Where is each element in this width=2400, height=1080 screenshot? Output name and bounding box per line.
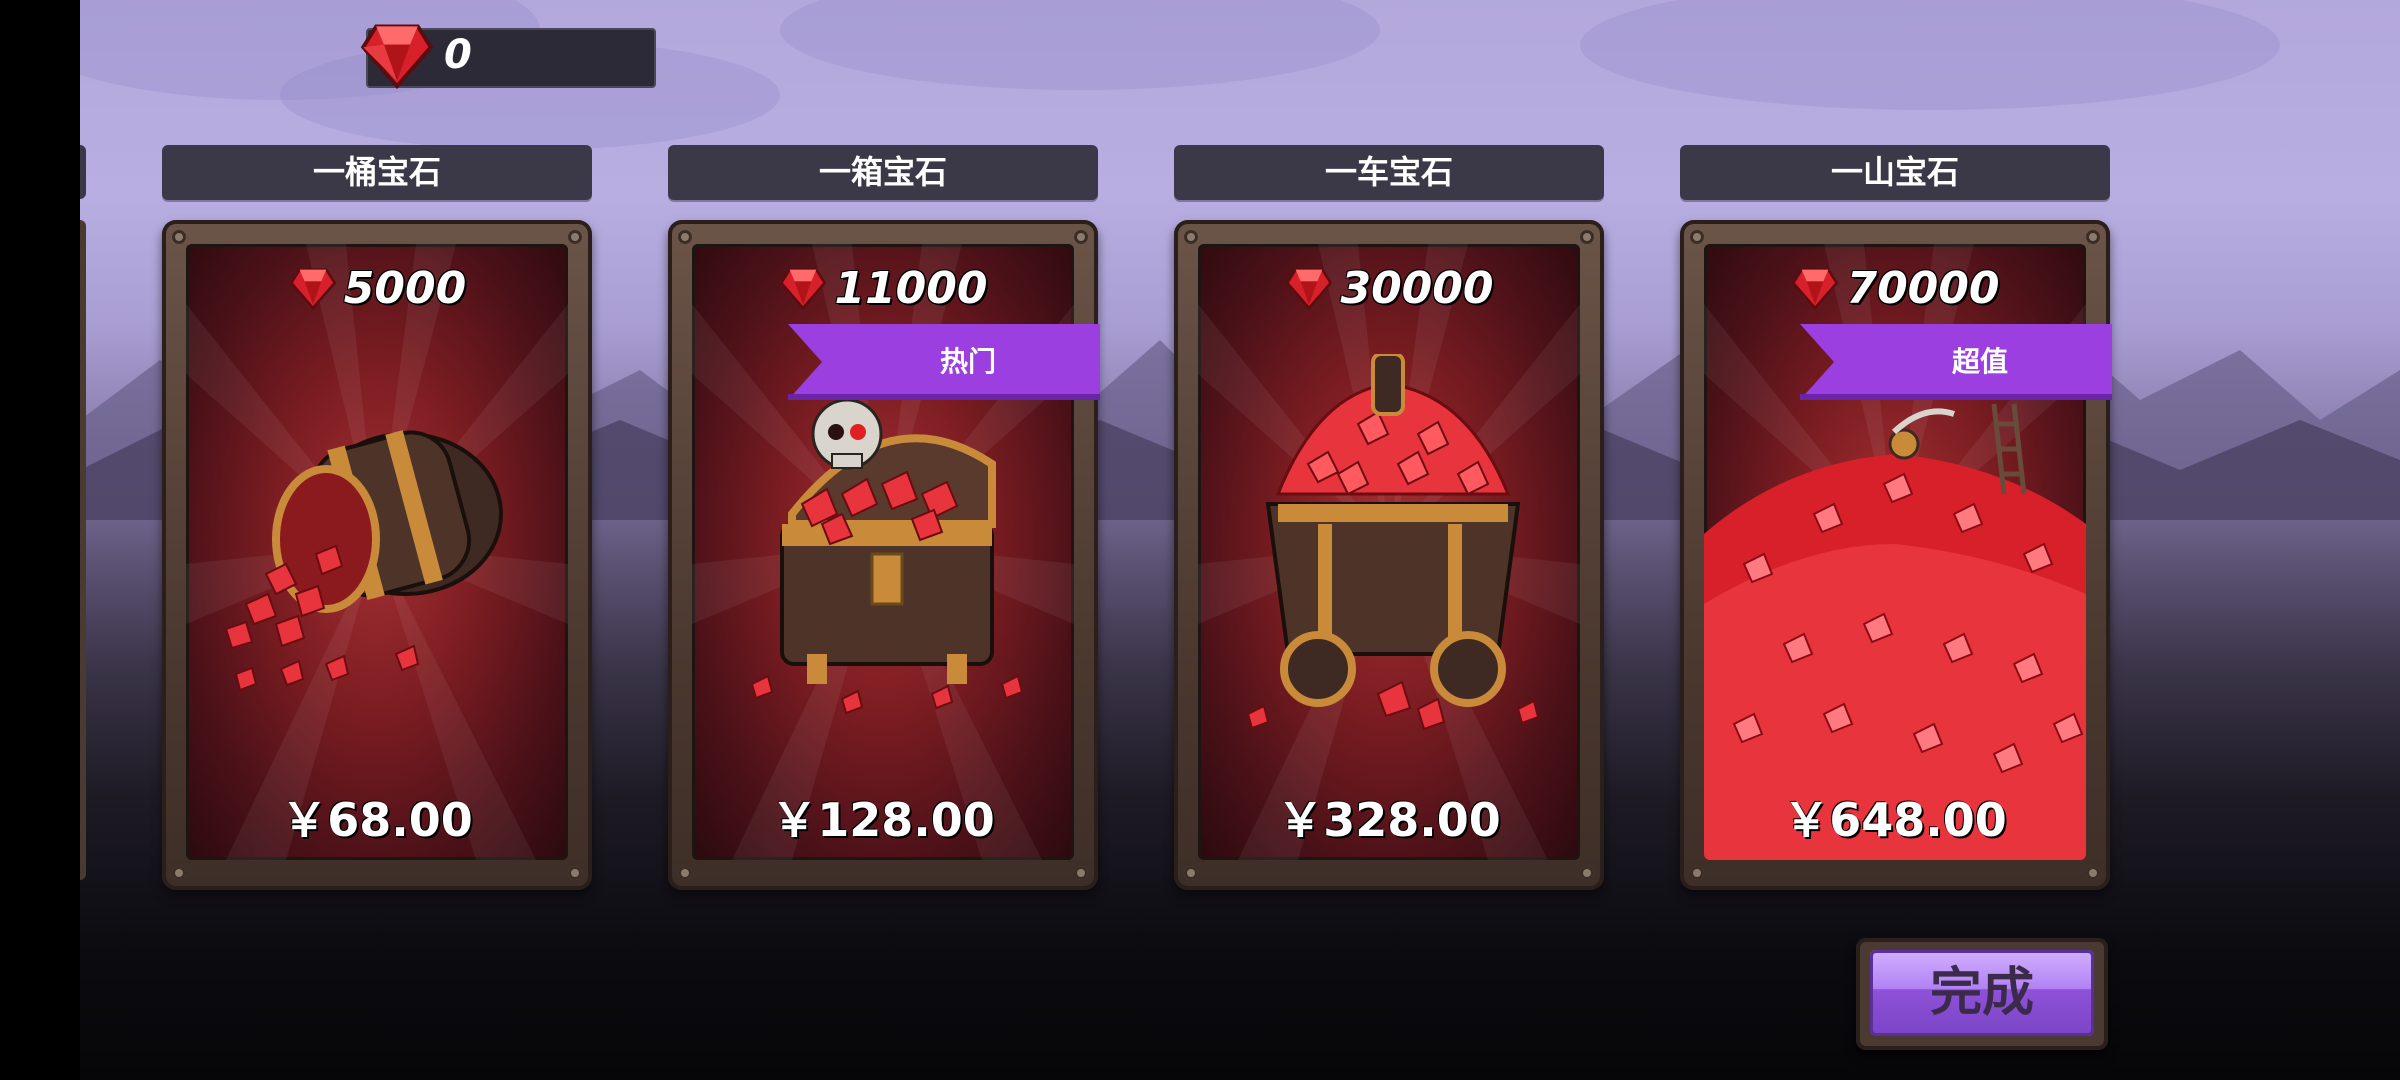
partial-pack-title xyxy=(80,145,86,199)
gem-mountain-illustration xyxy=(1704,403,2086,860)
bolt xyxy=(1580,230,1594,244)
bolt xyxy=(1074,866,1088,880)
done-button-label: 完成 xyxy=(1929,963,2034,1023)
pack-price: ￥128.00 xyxy=(771,793,995,847)
partial-pack-card xyxy=(80,220,86,880)
pack-inner: 30000 ￥328.00 xyxy=(1198,244,1580,860)
bolt xyxy=(172,866,186,880)
bolt xyxy=(172,230,186,244)
bolt xyxy=(678,866,692,880)
bolt xyxy=(1074,230,1088,244)
pack-amount-row: 30000 xyxy=(1198,258,1580,318)
bolt xyxy=(1690,230,1704,244)
done-button-face[interactable]: 完成 xyxy=(1870,950,2094,1036)
bolt xyxy=(678,230,692,244)
bolt xyxy=(1580,866,1594,880)
pack-card[interactable]: 70000 ￥648.00 超值 xyxy=(1680,220,2112,890)
pack-price: ￥648.00 xyxy=(1783,793,2007,847)
pack-price: ￥68.00 xyxy=(281,793,473,847)
done-button[interactable]: 完成 xyxy=(1856,938,2108,1050)
pack-title: 一山宝石 xyxy=(1680,145,2110,200)
pack-gem-amount: 70000 xyxy=(1846,262,2000,314)
pack-amount-row: 11000 xyxy=(692,258,1074,318)
pack-gem-amount: 11000 xyxy=(834,262,988,314)
bolt xyxy=(1184,866,1198,880)
bolt xyxy=(1690,866,1704,880)
pack-gem-amount: 30000 xyxy=(1340,262,1494,314)
gem-shop-screen: 0 一桶宝石 5000 ￥68.00 一箱宝石 11000 ￥128.00 热门… xyxy=(80,0,2400,1080)
pack-amount-row: 70000 xyxy=(1704,258,2086,318)
gem-pack-barrel[interactable]: 一桶宝石 5000 ￥68.00 xyxy=(162,0,592,900)
pack-card[interactable]: 30000 ￥328.00 xyxy=(1174,220,1604,890)
ruby-gem-icon xyxy=(780,268,827,310)
pack-card[interactable]: 5000 ￥68.00 xyxy=(162,220,592,890)
gem-pack-chest[interactable]: 一箱宝石 11000 ￥128.00 热门 xyxy=(668,0,1100,900)
pack-title: 一桶宝石 xyxy=(162,145,592,200)
bolt xyxy=(2086,230,2100,244)
bolt xyxy=(568,866,582,880)
bolt xyxy=(1184,230,1198,244)
bolt xyxy=(2086,866,2100,880)
gem-cart-illustration xyxy=(1246,354,1540,731)
pack-price: ￥328.00 xyxy=(1277,793,1501,847)
pack-inner: 5000 ￥68.00 xyxy=(186,244,568,860)
hot-badge-label: 热门 xyxy=(939,345,996,378)
bolt xyxy=(568,230,582,244)
pack-title: 一箱宝石 xyxy=(668,145,1098,200)
gem-pack-cart[interactable]: 一车宝石 30000 ￥328.00 xyxy=(1174,0,1604,900)
pack-card[interactable]: 11000 ￥128.00 热门 xyxy=(668,220,1100,890)
gem-treasure-chest-illustration xyxy=(750,398,1024,715)
pack-gem-amount: 5000 xyxy=(343,262,467,314)
gem-pack-mountain[interactable]: 一山宝石 70000 ￥648.00 超值 xyxy=(1680,0,2112,900)
ruby-gem-icon xyxy=(1792,268,1839,310)
ruby-gem-icon xyxy=(289,268,336,310)
gem-barrel-illustration xyxy=(224,430,503,692)
ruby-gem-icon xyxy=(1286,268,1333,310)
pack-title: 一车宝石 xyxy=(1174,145,1604,200)
value-badge-label: 超值 xyxy=(1951,345,2008,378)
pack-amount-row: 5000 xyxy=(186,258,568,318)
